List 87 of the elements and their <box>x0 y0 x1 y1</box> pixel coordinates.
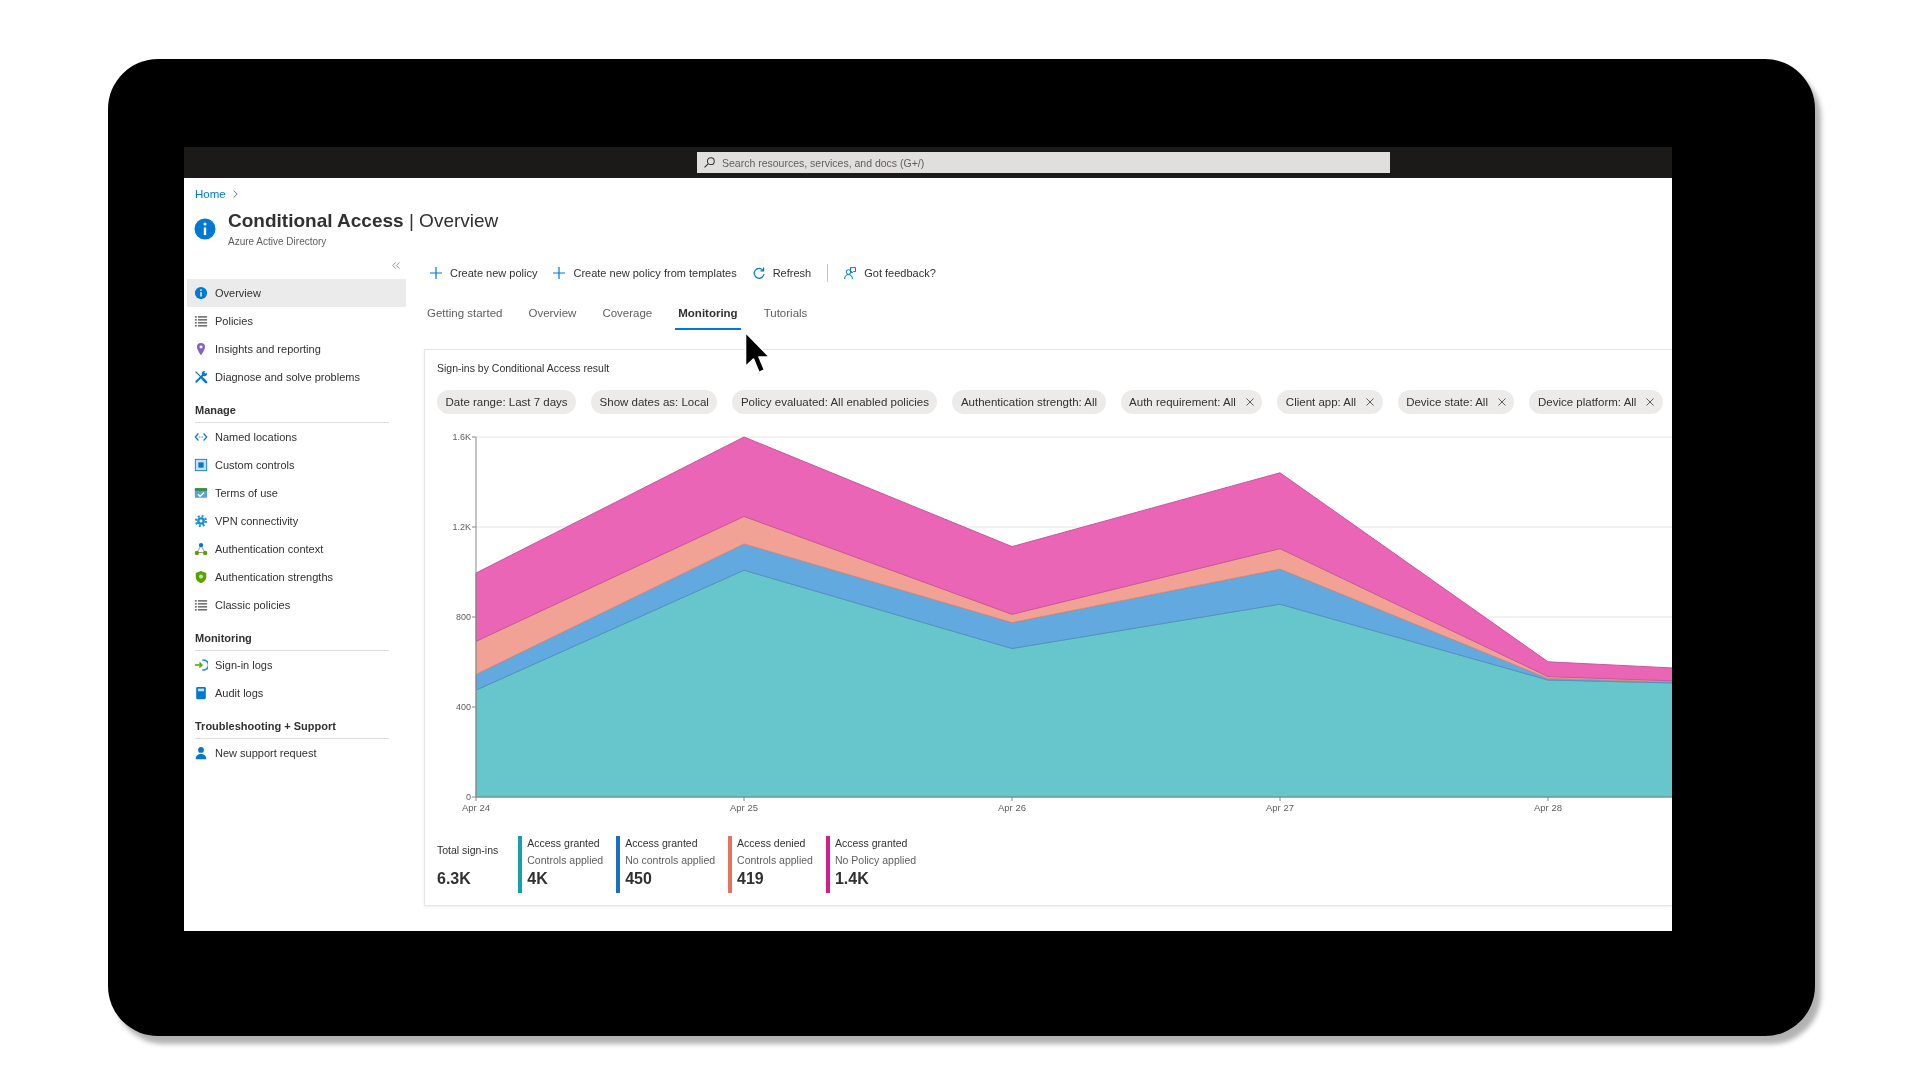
tab[interactable]: Monitoring <box>675 298 741 330</box>
shield-icon <box>194 570 208 584</box>
legend-label: Access granted <box>834 836 909 850</box>
filter-chip[interactable]: Auth requirement: All <box>1120 390 1263 414</box>
plus-icon <box>430 267 442 279</box>
sidebar-item[interactable]: Sign-in logs <box>187 651 406 679</box>
x-axis-label: Apr 24 <box>462 802 490 813</box>
filter-chip[interactable]: Authentication strength: All <box>952 390 1106 414</box>
network-icon <box>194 542 208 556</box>
legend-label: Access denied <box>737 836 807 850</box>
toolbar-button[interactable]: Got feedback? <box>838 263 942 283</box>
tab[interactable]: Getting started <box>424 298 506 330</box>
x-axis-label: Apr 25 <box>730 802 758 813</box>
page-title: Conditional Access | Overview <box>228 209 499 233</box>
list-icon <box>194 314 208 328</box>
filter-chip[interactable]: Show dates as: Local <box>591 390 718 414</box>
page-subtitle: Azure Active Directory <box>228 236 328 248</box>
y-axis-label: 0 <box>466 792 471 802</box>
section-heading: Troubleshooting + Support <box>195 715 389 739</box>
sidebar-item[interactable]: Overview <box>187 279 406 307</box>
legend-value: 4K <box>527 869 549 889</box>
x-axis-label: Apr 27 <box>1266 802 1294 813</box>
sidebar-item[interactable]: Classic policies <box>187 591 406 619</box>
info-icon <box>193 217 217 241</box>
close-icon[interactable] <box>1498 398 1506 406</box>
sidebar-item[interactable]: Audit logs <box>187 679 406 707</box>
filter-chip[interactable]: Date range: Last 7 days <box>437 390 577 414</box>
sidebar-item[interactable]: Authentication context <box>187 535 406 563</box>
book-icon <box>194 686 208 700</box>
tab[interactable]: Overview <box>525 298 580 330</box>
section-heading: Monitoring <box>195 627 389 651</box>
breadcrumb-link[interactable]: Home <box>195 187 226 201</box>
person-icon <box>194 746 208 760</box>
sidebar-item[interactable]: Authentication strengths <box>187 563 406 591</box>
refresh-icon <box>752 267 765 279</box>
tab[interactable]: Coverage <box>599 298 656 330</box>
location-pin-icon <box>194 342 208 356</box>
section-heading: Manage <box>195 399 389 423</box>
close-icon[interactable] <box>1646 398 1655 406</box>
y-axis-label: 800 <box>455 612 471 622</box>
nested-square-icon <box>194 458 208 472</box>
legend-detail: Controls applied <box>527 853 604 867</box>
close-icon[interactable] <box>1366 398 1375 406</box>
filter-chip[interactable]: Device state: All <box>1397 390 1515 414</box>
sidebar-item[interactable]: Insights and reporting <box>187 335 406 363</box>
total-label: Total sign-ins <box>437 843 499 857</box>
filter-chip[interactable]: Policy evaluated: All enabled policies <box>732 390 938 414</box>
sidebar-item[interactable]: Diagnose and solve problems <box>187 363 406 391</box>
toolbar-button[interactable]: Create new policy from templates <box>547 263 743 283</box>
search-field[interactable]: Search resources, services, and docs (G+/) <box>697 152 1390 173</box>
card-title: Sign-ins by Conditional Access result <box>437 361 611 375</box>
search-icon <box>704 157 715 168</box>
legend-detail: No Policy applied <box>834 853 917 867</box>
close-icon[interactable] <box>1245 398 1254 406</box>
x-axis-label: Apr 28 <box>1534 802 1562 813</box>
chevron-icon <box>232 190 238 198</box>
info-icon <box>194 286 208 300</box>
y-axis-label: 1.6K <box>452 432 471 442</box>
card-check-icon <box>194 486 208 500</box>
gear-icon <box>194 514 208 528</box>
y-axis-label: 1.2K <box>452 522 471 532</box>
sidebar-item[interactable]: Policies <box>187 307 406 335</box>
sidebar-item[interactable]: Named locations <box>187 423 406 451</box>
sidebar-item[interactable]: VPN connectivity <box>187 507 406 535</box>
x-axis-label: Apr 26 <box>998 802 1026 813</box>
legend-label: Access granted <box>527 836 601 850</box>
toolbar-button[interactable]: Refresh <box>746 263 818 283</box>
sidebar-item[interactable]: Terms of use <box>187 479 406 507</box>
toolbar-button[interactable]: Create new policy <box>424 263 544 283</box>
legend-value: 450 <box>625 869 653 889</box>
legend-label: Access granted <box>625 836 699 850</box>
filter-chip[interactable]: Client app: All <box>1277 390 1383 414</box>
legend-value: 1.4K <box>834 869 870 889</box>
plus-icon <box>553 267 566 279</box>
y-axis-label: 400 <box>455 702 471 712</box>
tab[interactable]: Tutorials <box>760 298 811 330</box>
legend-detail: Controls applied <box>737 853 813 867</box>
sign-in-icon <box>194 658 208 672</box>
legend-value: 419 <box>737 869 765 889</box>
list-icon <box>194 598 208 612</box>
total-value: 6.3K <box>437 869 472 889</box>
sidebar-item[interactable]: New support request <box>187 739 406 767</box>
crossed-tools-icon <box>194 370 208 384</box>
legend-detail: No controls applied <box>625 853 716 867</box>
feedback-icon <box>844 267 857 279</box>
filter-chip[interactable]: Device platform: All <box>1529 390 1663 414</box>
sidebar-item[interactable]: Custom controls <box>187 451 406 479</box>
